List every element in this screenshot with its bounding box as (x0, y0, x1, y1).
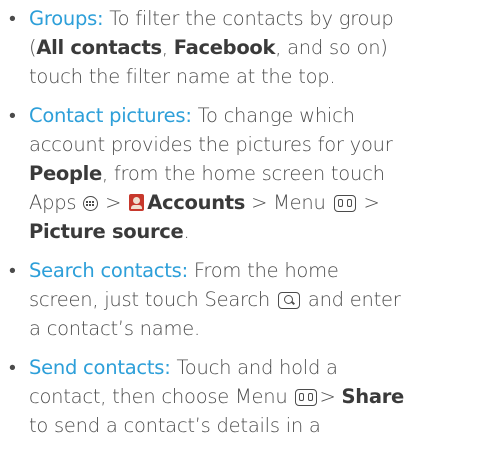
tip-text: > (99, 191, 128, 214)
bullet: • (9, 259, 16, 282)
tip-text: , and so on) (275, 36, 388, 59)
tip-term: Contact pictures: (29, 104, 192, 127)
tip-text: touch the filter name at the top. (29, 65, 336, 88)
accounts-label: Accounts (147, 191, 246, 214)
apps-icon (83, 196, 99, 211)
tip-line: contact, then choose Menu > Share (29, 382, 484, 411)
tip-line: Apps > Accounts > Menu > (29, 188, 484, 217)
tip-line: People, from the home screen touch (29, 159, 484, 188)
tip-contact-pictures: • Contact pictures: To change which acco… (0, 101, 488, 246)
tip-text: . (183, 220, 190, 243)
tip-line: Groups: To filter the contacts by group (29, 4, 484, 33)
tip-text: > (357, 191, 380, 214)
tip-term: Search contacts: (29, 259, 188, 282)
bullet: • (9, 356, 16, 379)
tip-line: a contact’s name. (29, 314, 484, 343)
tip-groups: • Groups: To filter the contacts by grou… (0, 4, 488, 91)
tip-text: a contact’s name. (29, 317, 200, 340)
tip-line: screen, just touch Search and enter (29, 285, 484, 314)
tip-text: > (319, 385, 342, 408)
tip-text: Apps (29, 191, 77, 214)
tip-text: To filter the contacts by group (103, 7, 394, 30)
tip-line: (All contacts, Facebook, and so on) (29, 33, 484, 62)
tip-search-contacts: • Search contacts: From the home screen,… (0, 256, 488, 343)
tip-text: , (161, 36, 174, 59)
menu-icon (333, 195, 356, 212)
tip-line: account provides the pictures for your (29, 130, 484, 159)
tip-text: , from the home screen touch (101, 162, 385, 185)
tip-term: Send contacts: (29, 356, 171, 379)
tip-text: and enter (301, 288, 401, 311)
tip-line: touch the filter name at the top. (29, 62, 484, 91)
tip-text: From the home (187, 259, 339, 282)
tip-line: Search contacts: From the home (29, 256, 484, 285)
tip-text: > Menu (245, 191, 326, 214)
search-icon (277, 292, 300, 309)
tip-line: Send contacts: Touch and hold a (29, 353, 484, 382)
share-label: Share (341, 385, 405, 408)
people-label: People (29, 162, 102, 185)
bullet: • (9, 7, 16, 30)
tip-line: Contact pictures: To change which (29, 101, 484, 130)
facebook-label: Facebook (173, 36, 276, 59)
tip-line: Picture source. (29, 217, 484, 246)
tip-text: To change which (191, 104, 355, 127)
accounts-icon (129, 194, 145, 211)
menu-icon (295, 389, 318, 406)
tip-text: account provides the pictures for your (29, 133, 393, 156)
tips-list: • Groups: To filter the contacts by grou… (0, 4, 488, 450)
bullet: • (9, 104, 16, 127)
all-contacts-label: All contacts (36, 36, 162, 59)
tip-term: Groups: (29, 7, 104, 30)
tip-text: screen, just touch Search (29, 288, 270, 311)
tip-text: Touch and hold a (170, 356, 338, 379)
tip-text: to send a contact’s details in a (29, 414, 321, 437)
tip-send-contacts: • Send contacts: Touch and hold a contac… (0, 353, 488, 440)
picture-source-label: Picture source (29, 220, 184, 243)
tip-text: contact, then choose Menu (29, 385, 294, 408)
tip-line: to send a contact’s details in a (29, 411, 484, 440)
